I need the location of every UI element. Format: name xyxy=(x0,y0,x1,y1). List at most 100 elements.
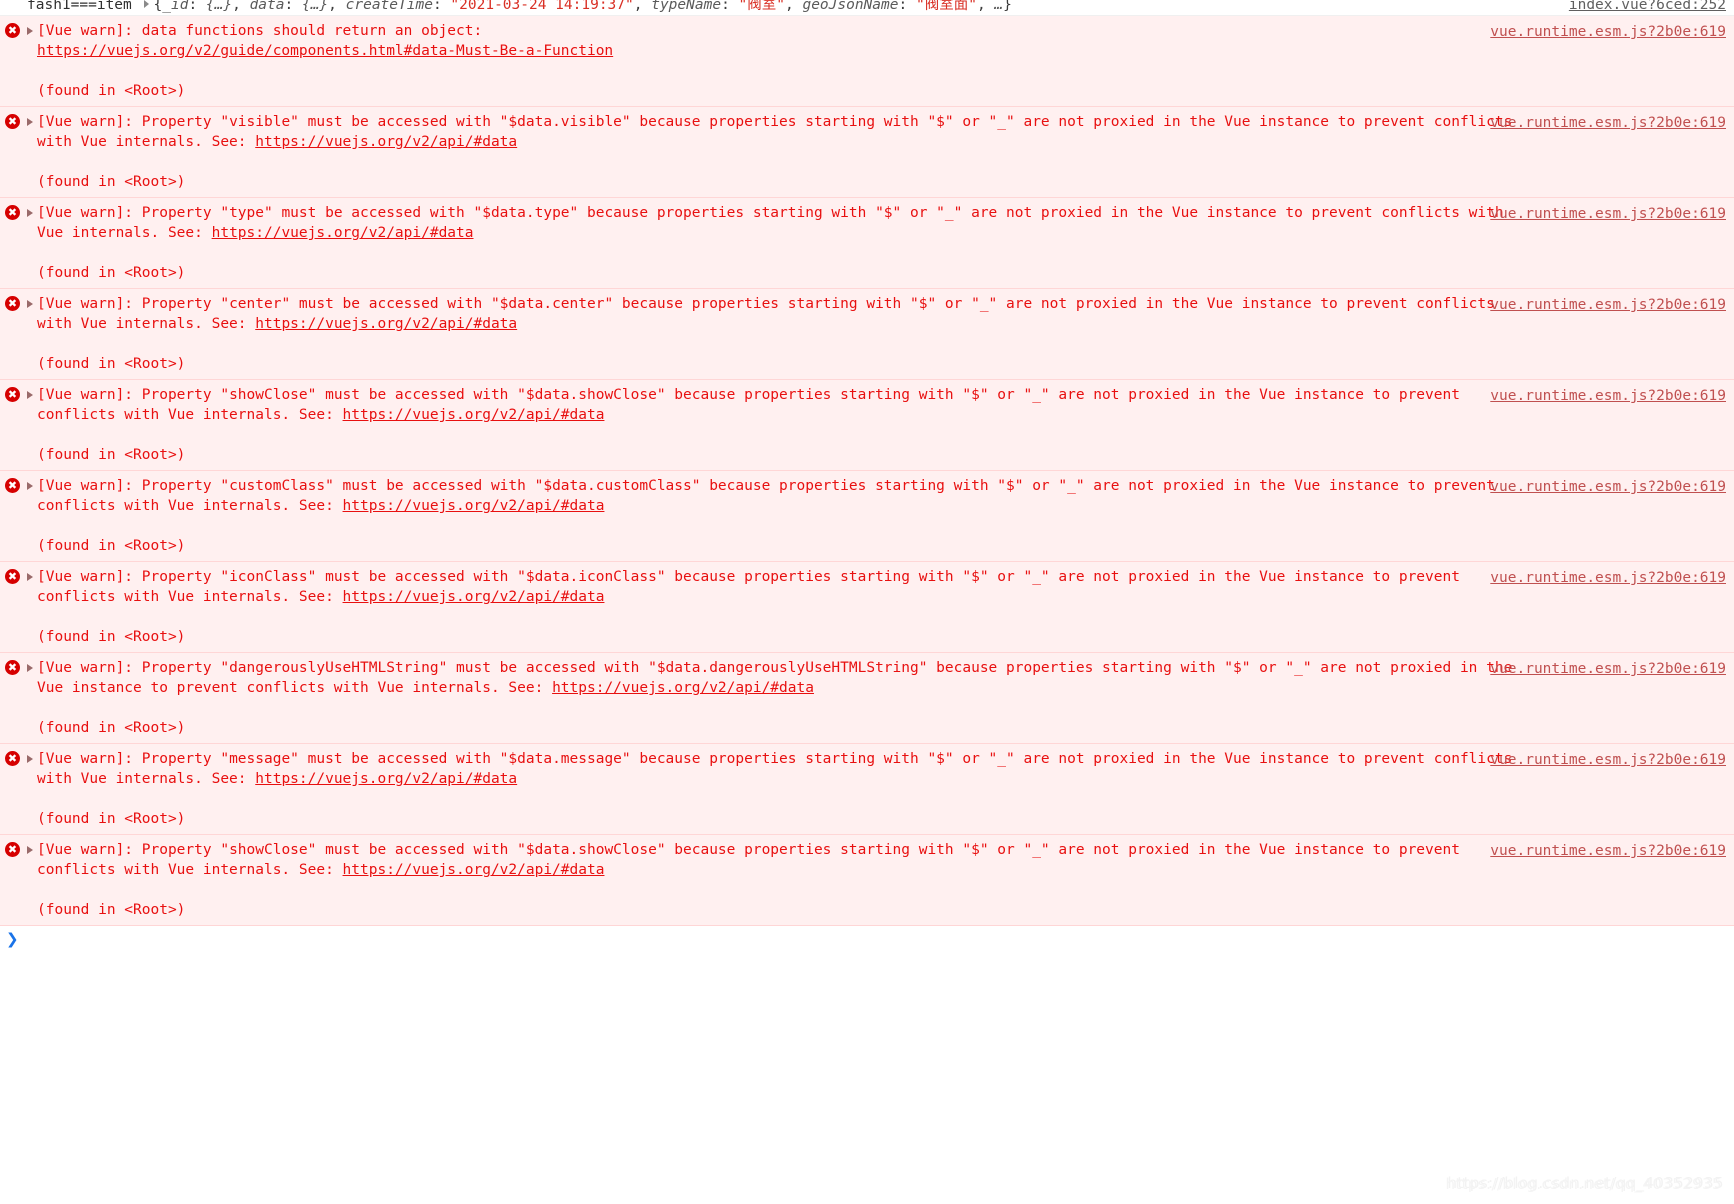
console-message-list: ✖ [Vue warn]: data functions should retur… xyxy=(0,16,1734,926)
object-value-data: {…} xyxy=(301,0,329,13)
error-circle-icon: ✖ xyxy=(5,660,20,675)
error-message-text: [Vue warn]: Property "message" must be a… xyxy=(37,749,1534,789)
vue-docs-link[interactable]: https://vuejs.org/v2/api/#data xyxy=(212,225,474,241)
error-message-text: [Vue warn]: Property "visible" must be a… xyxy=(37,112,1534,152)
vue-warn-prefix: [Vue warn]: xyxy=(37,205,142,221)
console-error-message[interactable]: ✖ [Vue warn]: Property "center" must be a… xyxy=(0,289,1734,380)
vue-docs-link[interactable]: https://vuejs.org/v2/guide/components.ht… xyxy=(37,43,613,59)
error-circle-icon: ✖ xyxy=(5,296,20,311)
object-value-createtime: "2021-03-24 14:19:37" xyxy=(450,0,634,13)
triangle-right-icon[interactable] xyxy=(27,573,33,581)
found-in-component: (found in <Root>) xyxy=(37,447,186,463)
found-in-component: (found in <Root>) xyxy=(37,538,186,554)
error-message-text: [Vue warn]: data functions should return… xyxy=(37,21,1534,61)
vue-warn-prefix: [Vue warn]: xyxy=(37,660,142,676)
triangle-right-icon[interactable] xyxy=(27,391,33,399)
object-preview-open: { xyxy=(153,0,163,13)
vue-warn-prefix: [Vue warn]: xyxy=(37,114,142,130)
message-source-link[interactable]: vue.runtime.esm.js?2b0e:619 xyxy=(1490,568,1726,588)
console-error-message[interactable]: ✖ [Vue warn]: Property "showClose" must b… xyxy=(0,835,1734,926)
vue-warn-prefix: [Vue warn]: xyxy=(37,23,142,39)
vue-docs-link[interactable]: https://vuejs.org/v2/api/#data xyxy=(255,134,517,150)
error-message-body: Property "showClose" must be accessed wi… xyxy=(37,387,1469,423)
console-error-message[interactable]: ✖ [Vue warn]: Property "type" must be acc… xyxy=(0,198,1734,289)
message-source-link[interactable]: vue.runtime.esm.js?2b0e:619 xyxy=(1490,386,1726,406)
message-source-link[interactable]: vue.runtime.esm.js?2b0e:619 xyxy=(1490,295,1726,315)
error-message-text: [Vue warn]: Property "showClose" must be… xyxy=(37,840,1534,880)
console-prompt-row[interactable]: ❯ xyxy=(0,926,1734,952)
vue-warn-prefix: [Vue warn]: xyxy=(37,387,142,403)
vue-docs-link[interactable]: https://vuejs.org/v2/api/#data xyxy=(343,589,605,605)
error-message-text: [Vue warn]: Property "type" must be acce… xyxy=(37,203,1534,243)
object-key-id: _id xyxy=(162,0,189,13)
triangle-right-icon[interactable] xyxy=(27,300,33,308)
message-source-link[interactable]: vue.runtime.esm.js?2b0e:619 xyxy=(1490,204,1726,224)
triangle-right-icon[interactable] xyxy=(27,482,33,490)
object-preview-more: … xyxy=(994,0,1004,13)
object-key-data: data xyxy=(249,0,285,13)
console-error-message[interactable]: ✖ [Vue warn]: Property "customClass" must… xyxy=(0,471,1734,562)
found-in-component: (found in <Root>) xyxy=(37,174,186,190)
vue-warn-prefix: [Vue warn]: xyxy=(37,569,142,585)
object-value-typename: "阀室" xyxy=(738,0,785,13)
message-source-link[interactable]: vue.runtime.esm.js?2b0e:619 xyxy=(1490,841,1726,861)
error-circle-icon: ✖ xyxy=(5,751,20,766)
triangle-right-icon[interactable] xyxy=(27,209,33,217)
chevron-right-icon: ❯ xyxy=(6,930,19,948)
vue-docs-link[interactable]: https://vuejs.org/v2/api/#data xyxy=(343,498,605,514)
vue-docs-link[interactable]: https://vuejs.org/v2/api/#data xyxy=(343,407,605,423)
message-source-link[interactable]: vue.runtime.esm.js?2b0e:619 xyxy=(1490,750,1726,770)
message-source-link[interactable]: vue.runtime.esm.js?2b0e:619 xyxy=(1490,477,1726,497)
found-in-component: (found in <Root>) xyxy=(37,811,186,827)
object-key-createtime: createTime xyxy=(345,0,433,13)
triangle-right-icon[interactable] xyxy=(27,27,33,35)
found-in-component: (found in <Root>) xyxy=(37,902,186,918)
devtools-console-panel[interactable]: fash1===item {_id: {…}, data: {…}, creat… xyxy=(0,0,1734,1204)
console-input[interactable] xyxy=(24,929,1734,949)
vue-docs-link[interactable]: https://vuejs.org/v2/api/#data xyxy=(552,680,814,696)
found-in-component: (found in <Root>) xyxy=(37,629,186,645)
log-source-link[interactable]: index.vue?6ced:252 xyxy=(1569,0,1726,15)
vue-docs-link[interactable]: https://vuejs.org/v2/api/#data xyxy=(255,771,517,787)
console-error-message[interactable]: ✖ [Vue warn]: Property "dangerouslyUseHTM… xyxy=(0,653,1734,744)
triangle-right-icon[interactable] xyxy=(27,118,33,126)
found-in-component: (found in <Root>) xyxy=(37,720,186,736)
message-source-link[interactable]: vue.runtime.esm.js?2b0e:619 xyxy=(1490,22,1726,42)
object-preview-close: } xyxy=(1003,0,1012,13)
vue-docs-link[interactable]: https://vuejs.org/v2/api/#data xyxy=(343,862,605,878)
vue-warn-prefix: [Vue warn]: xyxy=(37,842,142,858)
watermark: https://blog.csdn.net/qq_40352935 https:… xyxy=(1445,1174,1724,1193)
triangle-right-icon[interactable] xyxy=(27,846,33,854)
console-log-row-object-preview[interactable]: fash1===item {_id: {…}, data: {…}, creat… xyxy=(0,0,1734,16)
vue-warn-prefix: [Vue warn]: xyxy=(37,478,142,494)
message-source-link[interactable]: vue.runtime.esm.js?2b0e:619 xyxy=(1490,659,1726,679)
console-error-message[interactable]: ✖ [Vue warn]: Property "visible" must be … xyxy=(0,107,1734,198)
error-message-text: [Vue warn]: Property "iconClass" must be… xyxy=(37,567,1534,607)
message-source-link[interactable]: vue.runtime.esm.js?2b0e:619 xyxy=(1490,113,1726,133)
console-empty-area xyxy=(0,952,1734,1152)
console-error-message[interactable]: ✖ [Vue warn]: Property "message" must be … xyxy=(0,744,1734,835)
console-error-message[interactable]: ✖ [Vue warn]: Property "showClose" must b… xyxy=(0,380,1734,471)
error-circle-icon: ✖ xyxy=(5,205,20,220)
found-in-component: (found in <Root>) xyxy=(37,356,186,372)
error-message-text: [Vue warn]: Property "customClass" must … xyxy=(37,476,1534,516)
error-message-body: Property "showClose" must be accessed wi… xyxy=(37,842,1469,878)
error-circle-icon: ✖ xyxy=(5,23,20,38)
console-error-message[interactable]: ✖ [Vue warn]: data functions should retur… xyxy=(0,16,1734,107)
object-value-id: {…} xyxy=(205,0,233,13)
triangle-right-icon[interactable] xyxy=(27,664,33,672)
error-message-body: data functions should return an object: xyxy=(141,23,483,39)
error-circle-icon: ✖ xyxy=(5,387,20,402)
watermark-text-ghost: https://blog.csdn.net/qq_40352935 xyxy=(1445,1175,1722,1193)
console-error-message[interactable]: ✖ [Vue warn]: Property "iconClass" must b… xyxy=(0,562,1734,653)
triangle-right-icon[interactable] xyxy=(143,0,149,8)
error-message-body: Property "customClass" must be accessed … xyxy=(37,478,1504,514)
triangle-right-icon[interactable] xyxy=(27,755,33,763)
found-in-component: (found in <Root>) xyxy=(37,265,186,281)
error-circle-icon: ✖ xyxy=(5,569,20,584)
found-in-component: (found in <Root>) xyxy=(37,83,186,99)
error-circle-icon: ✖ xyxy=(5,478,20,493)
vue-warn-prefix: [Vue warn]: xyxy=(37,751,142,767)
vue-docs-link[interactable]: https://vuejs.org/v2/api/#data xyxy=(255,316,517,332)
log-label: fash1===item xyxy=(27,0,132,13)
